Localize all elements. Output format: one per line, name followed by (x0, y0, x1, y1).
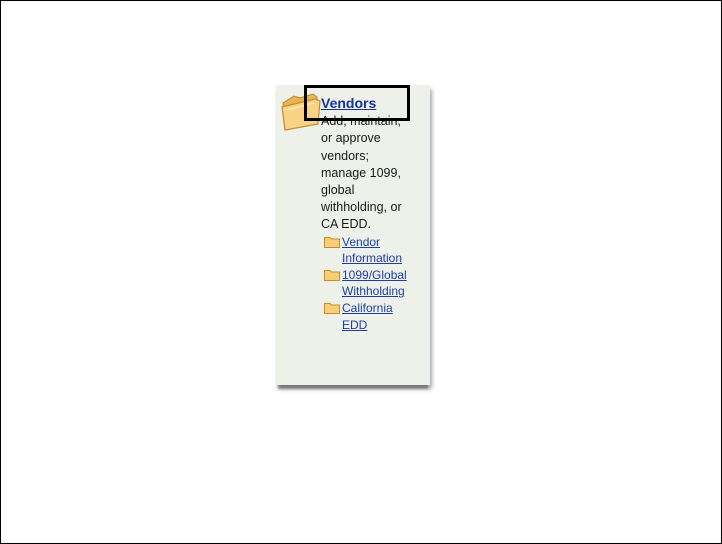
sublink-1099-global-withholding: 1099/Global Withholding (321, 267, 431, 300)
sublink-california-edd: California EDD (321, 300, 431, 333)
vendor-information-link[interactable]: Vendor Information (342, 234, 402, 267)
sublink-vendor-information: Vendor Information (321, 234, 431, 267)
folder-icon (281, 93, 321, 131)
vendors-description: Add, maintain, or approve vendors; manag… (321, 114, 402, 232)
folder-icon (324, 269, 340, 281)
vendors-card: Vendors Add, maintain, or approve vendor… (276, 85, 430, 385)
folder-icon (324, 236, 340, 248)
vendors-link[interactable]: Vendors (321, 94, 376, 112)
1099-global-withholding-link[interactable]: 1099/Global Withholding (342, 267, 407, 300)
vendors-sublinks: Vendor Information 1099/Global Withholdi… (321, 234, 431, 334)
california-edd-link[interactable]: California EDD (342, 300, 393, 333)
folder-icon (324, 303, 340, 314)
